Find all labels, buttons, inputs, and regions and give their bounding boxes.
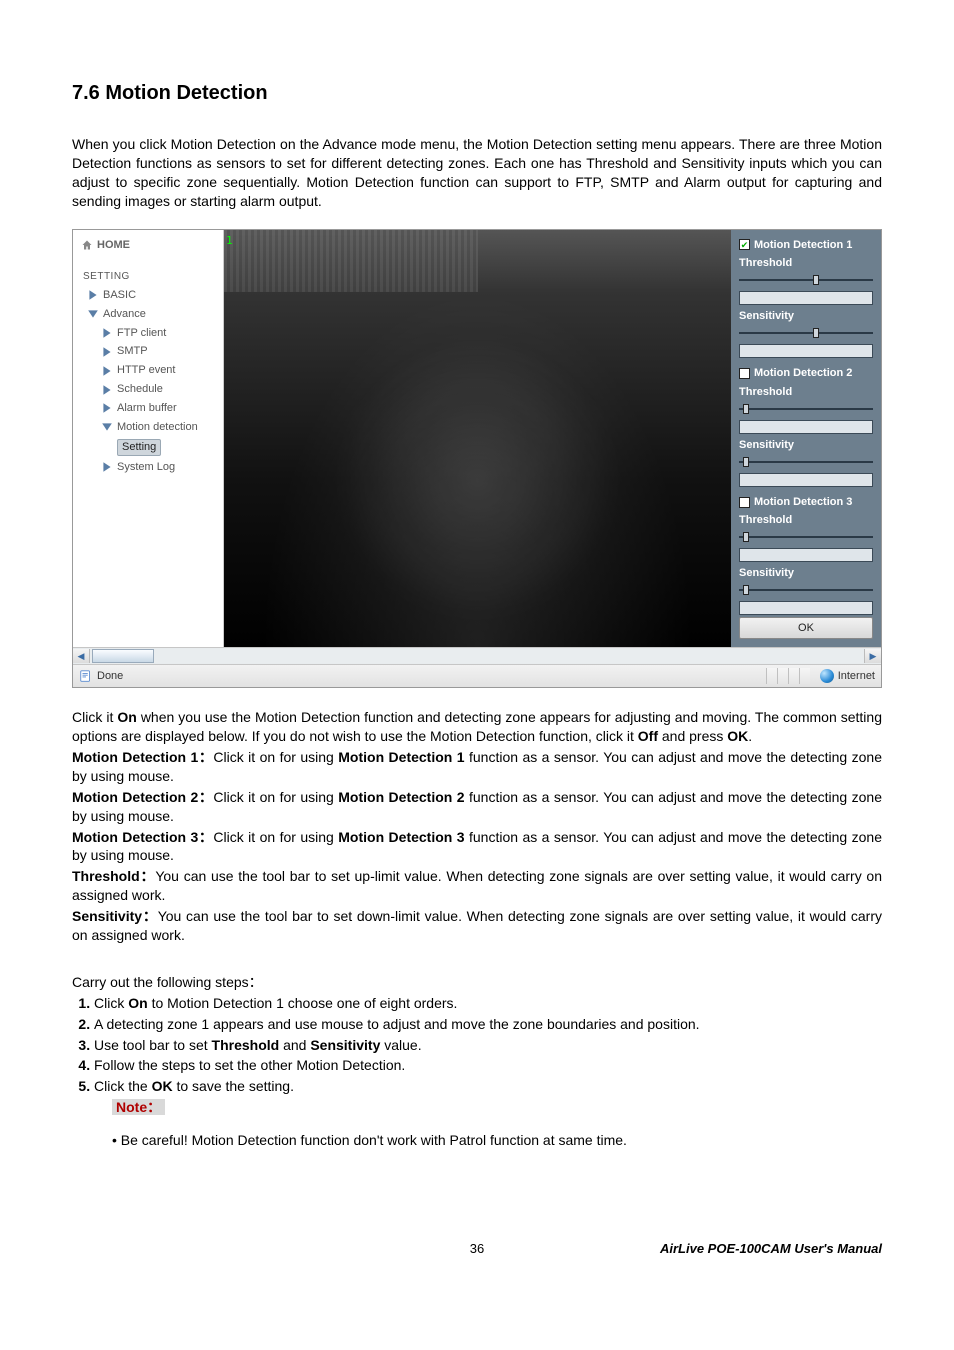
sidebar-item-label: HTTP event bbox=[117, 363, 176, 378]
md3-sensitivity-value bbox=[739, 601, 873, 615]
chevron-right-icon bbox=[101, 402, 113, 414]
step-2: A detecting zone 1 appears and use mouse… bbox=[94, 1015, 882, 1036]
md2-sensitivity-value bbox=[739, 473, 873, 487]
chevron-down-icon bbox=[87, 308, 99, 320]
settings-screenshot: HOME SETTING BASIC Advance FTP client bbox=[72, 229, 882, 689]
steps-intro: Carry out the following steps： bbox=[72, 973, 882, 992]
chevron-right-icon bbox=[101, 327, 113, 339]
step-4: Follow the steps to set the other Motion… bbox=[94, 1056, 882, 1077]
home-icon bbox=[81, 239, 93, 251]
sidebar-item-label: Advance bbox=[103, 307, 146, 322]
md1-threshold-value bbox=[739, 291, 873, 305]
sidebar-item-label: Motion detection bbox=[117, 420, 198, 435]
md3-threshold-label: Threshold bbox=[739, 513, 873, 528]
horizontal-scrollbar[interactable]: ◀ ▶ bbox=[73, 647, 881, 664]
post-screenshot-paragraph: Click it On when you use the Motion Dete… bbox=[72, 708, 882, 746]
sidebar-item-http[interactable]: HTTP event bbox=[73, 361, 223, 380]
internet-icon bbox=[820, 669, 834, 683]
sidebar-item-schedule[interactable]: Schedule bbox=[73, 380, 223, 399]
md1-paragraph: Motion Detection 1：Click it on for using… bbox=[72, 748, 882, 786]
page-done-icon bbox=[79, 669, 93, 683]
md2-threshold-label: Threshold bbox=[739, 385, 873, 400]
sidebar-item-setting[interactable]: Setting bbox=[73, 437, 223, 458]
sidebar-item-label: SMTP bbox=[117, 344, 148, 359]
md2-sensitivity-label: Sensitivity bbox=[739, 438, 873, 453]
md1-sensitivity-value bbox=[739, 344, 873, 358]
sidebar-item-basic[interactable]: BASIC bbox=[73, 286, 223, 305]
scroll-left-icon[interactable]: ◀ bbox=[73, 649, 90, 663]
sidebar-item-label: System Log bbox=[117, 460, 175, 475]
video-preview[interactable]: 1 bbox=[224, 230, 731, 648]
chevron-right-icon bbox=[87, 289, 99, 301]
md1-threshold-slider[interactable] bbox=[739, 274, 873, 286]
md1-sensitivity-label: Sensitivity bbox=[739, 309, 873, 324]
sidebar-item-label: Alarm buffer bbox=[117, 401, 177, 416]
md3-threshold-slider[interactable] bbox=[739, 531, 873, 543]
sensitivity-paragraph: Sensitivity：You can use the tool bar to … bbox=[72, 907, 882, 945]
md3-sensitivity-label: Sensitivity bbox=[739, 566, 873, 581]
step-3: Use tool bar to set Threshold and Sensit… bbox=[94, 1036, 882, 1057]
status-zone-label: Internet bbox=[838, 669, 875, 684]
chevron-right-icon bbox=[101, 346, 113, 358]
md2-paragraph: Motion Detection 2：Click it on for using… bbox=[72, 788, 882, 826]
page-number: 36 bbox=[342, 1240, 612, 1258]
sidebar: HOME SETTING BASIC Advance FTP client bbox=[73, 230, 224, 648]
section-heading: 7.6 Motion Detection bbox=[72, 80, 882, 107]
sidebar-item-alarm[interactable]: Alarm buffer bbox=[73, 399, 223, 418]
ok-button[interactable]: OK bbox=[739, 617, 873, 639]
home-link[interactable]: HOME bbox=[73, 236, 223, 261]
md3-threshold-value bbox=[739, 548, 873, 562]
note-text: • Be careful! Motion Detection function … bbox=[72, 1131, 882, 1150]
motion-detection-panel: ✔ Motion Detection 1 Threshold Sensitivi… bbox=[731, 230, 881, 648]
page-footer: 36 AirLive POE-100CAM User's Manual bbox=[72, 1240, 882, 1258]
sidebar-item-advance[interactable]: Advance bbox=[73, 305, 223, 324]
zone-marker: 1 bbox=[224, 234, 235, 249]
md3-paragraph: Motion Detection 3：Click it on for using… bbox=[72, 828, 882, 866]
md1-title: Motion Detection 1 bbox=[754, 238, 852, 253]
chevron-right-icon bbox=[101, 384, 113, 396]
md1-checkbox[interactable]: ✔ bbox=[739, 239, 750, 250]
sidebar-item-motion[interactable]: Motion detection bbox=[73, 418, 223, 437]
status-done-label: Done bbox=[97, 669, 123, 684]
sidebar-item-label: Schedule bbox=[117, 382, 163, 397]
sidebar-item-label: BASIC bbox=[103, 288, 136, 303]
sidebar-item-label: Setting bbox=[117, 439, 161, 456]
step-1: Click On to Motion Detection 1 choose on… bbox=[94, 994, 882, 1015]
md2-threshold-value bbox=[739, 420, 873, 434]
md1-threshold-label: Threshold bbox=[739, 256, 873, 271]
threshold-paragraph: Threshold：You can use the tool bar to se… bbox=[72, 867, 882, 905]
intro-paragraph: When you click Motion Detection on the A… bbox=[72, 135, 882, 211]
md2-checkbox[interactable] bbox=[739, 368, 750, 379]
steps-list: Click On to Motion Detection 1 choose on… bbox=[72, 994, 882, 1098]
scroll-thumb[interactable] bbox=[92, 649, 154, 663]
md2-sensitivity-slider[interactable] bbox=[739, 456, 873, 468]
sidebar-item-label: FTP client bbox=[117, 326, 166, 341]
chevron-down-icon bbox=[101, 421, 113, 433]
md1-sensitivity-slider[interactable] bbox=[739, 327, 873, 339]
md3-checkbox[interactable] bbox=[739, 497, 750, 508]
video-placeholder bbox=[224, 230, 731, 648]
md2-threshold-slider[interactable] bbox=[739, 403, 873, 415]
step-5: Click the OK to save the setting. bbox=[94, 1077, 882, 1098]
md2-title: Motion Detection 2 bbox=[754, 366, 852, 381]
note-label: Note： bbox=[72, 1098, 882, 1117]
md3-title: Motion Detection 3 bbox=[754, 495, 852, 510]
status-bar: Done Internet bbox=[73, 664, 881, 687]
chevron-right-icon bbox=[101, 365, 113, 377]
scroll-right-icon[interactable]: ▶ bbox=[864, 649, 881, 663]
md3-sensitivity-slider[interactable] bbox=[739, 584, 873, 596]
sidebar-item-smtp[interactable]: SMTP bbox=[73, 342, 223, 361]
manual-title: AirLive POE-100CAM User's Manual bbox=[612, 1240, 882, 1258]
sidebar-item-syslog[interactable]: System Log bbox=[73, 458, 223, 477]
home-label: HOME bbox=[97, 238, 130, 253]
chevron-right-icon bbox=[101, 461, 113, 473]
sidebar-item-ftp[interactable]: FTP client bbox=[73, 324, 223, 343]
sidebar-section-label: SETTING bbox=[73, 260, 223, 286]
status-separator bbox=[766, 668, 810, 684]
